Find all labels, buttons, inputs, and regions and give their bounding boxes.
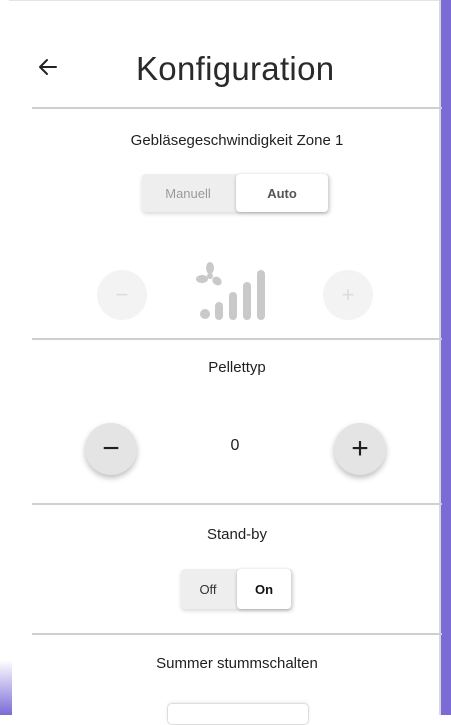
fan-speed-decrease-button[interactable]: − <box>97 270 147 320</box>
standby-segmented-control: Off On <box>181 569 293 609</box>
page-title: Konfiguration <box>136 50 335 87</box>
pellet-type-value: 0 <box>230 437 240 454</box>
plus-icon: + <box>351 432 369 465</box>
standby-off-option[interactable]: Off <box>181 569 235 609</box>
pellet-type-decrease-button[interactable]: − <box>85 423 137 475</box>
divider <box>32 503 442 505</box>
pellet-type-title: Pellettyp <box>208 359 266 376</box>
fan-speed-increase-button[interactable]: + <box>323 270 373 320</box>
background-accent-left <box>0 660 12 715</box>
fan-mode-manual-option[interactable]: Manuell <box>142 174 234 212</box>
minus-icon: − <box>115 282 129 307</box>
buzzer-mute-title: Summer stummschalten <box>156 655 318 672</box>
back-button[interactable] <box>36 55 60 79</box>
divider <box>32 338 442 340</box>
divider <box>32 107 442 109</box>
standby-on-option[interactable]: On <box>237 569 291 609</box>
divider <box>32 633 442 635</box>
standby-title: Stand-by <box>206 526 268 543</box>
fan-mode-auto-option[interactable]: Auto <box>236 174 328 212</box>
plus-icon: + <box>341 282 355 307</box>
minus-icon: − <box>102 432 120 465</box>
arrow-left-icon <box>39 59 57 75</box>
fan-speed-title: Gebläsegeschwindigkeit Zone 1 <box>130 132 344 149</box>
fan-mode-segmented-control: Manuell Auto <box>142 174 330 212</box>
fan-speed-icon <box>196 262 265 320</box>
pellet-type-increase-button[interactable]: + <box>334 423 386 475</box>
buzzer-mute-segmented-control[interactable] <box>167 703 309 725</box>
